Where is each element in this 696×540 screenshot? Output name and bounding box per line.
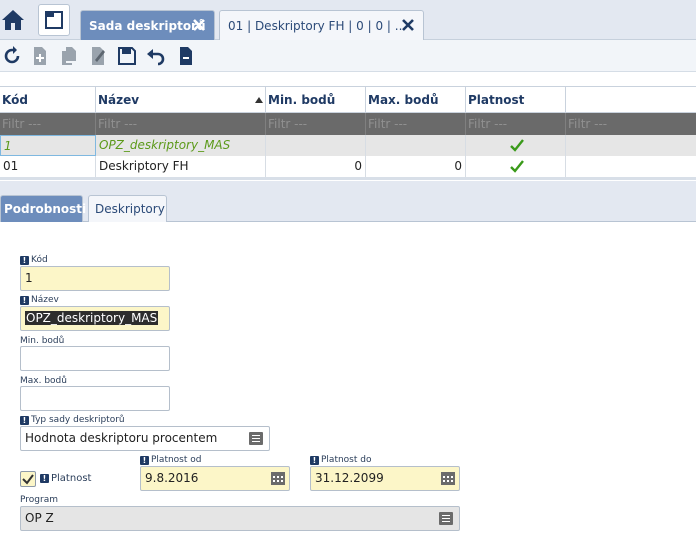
required-icon: ! xyxy=(20,415,29,425)
column-label: Název xyxy=(98,93,140,107)
nazev-label: ! Název xyxy=(20,295,59,305)
max-label: Max. bodů xyxy=(20,376,67,386)
label-text: Max. bodů xyxy=(20,376,67,386)
required-icon: ! xyxy=(140,455,149,465)
list-picker-icon[interactable] xyxy=(249,432,263,445)
close-icon[interactable] xyxy=(190,16,208,34)
home-icon[interactable] xyxy=(0,4,26,36)
column-label: Max. bodů xyxy=(368,93,439,107)
calendar-icon[interactable] xyxy=(441,472,455,485)
label-text: Min. bodů xyxy=(20,336,65,346)
column-label: Kód xyxy=(2,93,28,107)
check-icon xyxy=(510,139,524,152)
cell-kod: 1 xyxy=(0,135,96,156)
required-icon: ! xyxy=(20,255,29,265)
selected-value: Hodnota deskriptoru procentem xyxy=(25,431,218,445)
column-header-nazev[interactable]: Název xyxy=(96,87,266,113)
remove-icon[interactable] xyxy=(176,46,196,66)
cell-platnost xyxy=(466,135,566,156)
column-header-max[interactable]: Max. bodů xyxy=(366,87,466,113)
date-value: 31.12.2099 xyxy=(315,471,384,485)
typ-label: ! Typ sady deskriptorů xyxy=(20,415,125,425)
min-bodu-field[interactable] xyxy=(20,346,170,371)
list-picker-icon[interactable] xyxy=(439,512,453,525)
label-text: Program xyxy=(20,495,58,505)
required-icon: ! xyxy=(310,455,319,465)
column-label: Platnost xyxy=(468,93,525,107)
close-icon[interactable] xyxy=(399,16,417,34)
copy-icon[interactable] xyxy=(59,46,79,66)
kod-label: ! Kód xyxy=(20,255,48,265)
tab-podrobnosti[interactable]: Podrobnosti xyxy=(0,195,86,222)
cell-max: 0 xyxy=(366,156,466,177)
toolbar xyxy=(0,40,696,72)
tab-sada-deskriptoru[interactable]: Sada deskriptorů xyxy=(80,10,215,40)
label-text: Platnost do xyxy=(321,455,372,465)
platnost-do-label: ! Platnost do xyxy=(310,455,371,465)
top-tab-bar: Sada deskriptorů 01 | Deskriptory FH | 0… xyxy=(0,0,696,40)
grid-header: Kód Název Min. bodů Max. bodů Platnost xyxy=(0,86,696,113)
calendar-icon[interactable] xyxy=(271,472,285,485)
max-bodu-field[interactable] xyxy=(20,386,170,411)
platnost-checkbox[interactable] xyxy=(20,471,36,487)
cell-min xyxy=(266,135,366,156)
cell-kod: 01 xyxy=(0,156,96,177)
undo-icon[interactable] xyxy=(146,46,166,66)
column-label: Min. bodů xyxy=(268,93,336,107)
refresh-icon[interactable] xyxy=(2,46,22,66)
cell-nazev: OPZ_deskriptory_MAS xyxy=(96,135,266,156)
platnost-do-field[interactable]: 31.12.2099 xyxy=(310,466,460,491)
cell-platnost xyxy=(466,156,566,177)
tab-label: Sada deskriptorů xyxy=(89,18,206,33)
filter-kod[interactable]: Filtr --- xyxy=(0,113,96,135)
label-text: Typ sady deskriptorů xyxy=(31,415,125,425)
program-select[interactable]: OP Z xyxy=(20,506,460,531)
label-text: Název xyxy=(31,295,59,305)
program-label: Program xyxy=(20,495,58,505)
date-value: 9.8.2016 xyxy=(145,471,199,485)
required-icon: ! xyxy=(40,474,49,483)
save-icon[interactable] xyxy=(117,46,137,66)
tab-label: 01 | Deskriptory FH | 0 | 0 | ... xyxy=(228,18,407,33)
detail-tabs: Podrobnosti Deskriptory xyxy=(0,181,696,222)
label-text: Kód xyxy=(31,255,48,265)
label-text: Platnost od xyxy=(151,455,202,465)
filter-extra[interactable]: Filtr --- xyxy=(566,113,696,135)
nazev-field[interactable]: OPZ_deskriptory_MAS xyxy=(20,306,170,331)
column-header-kod[interactable]: Kód xyxy=(0,87,96,113)
column-header-platnost[interactable]: Platnost xyxy=(466,87,566,113)
checkmark-icon xyxy=(22,474,34,485)
selected-value: OP Z xyxy=(25,511,54,525)
table-row[interactable]: 01 Deskriptory FH 0 0 xyxy=(0,156,696,180)
selected-value: OPZ_deskriptory_MAS xyxy=(25,311,159,325)
cell-min: 0 xyxy=(266,156,366,177)
typ-sady-select[interactable]: Hodnota deskriptoru procentem xyxy=(20,426,270,451)
check-icon xyxy=(510,160,524,173)
filter-min[interactable]: Filtr --- xyxy=(266,113,366,135)
tab-deskriptory[interactable]: Deskriptory xyxy=(88,195,167,222)
platnost-od-field[interactable]: 9.8.2016 xyxy=(140,466,290,491)
tab-deskriptory-fh[interactable]: 01 | Deskriptory FH | 0 | 0 | ... xyxy=(219,10,424,40)
filter-nazev[interactable]: Filtr --- xyxy=(96,113,266,135)
filter-max[interactable]: Filtr --- xyxy=(366,113,466,135)
add-icon[interactable] xyxy=(30,46,50,66)
platnost-label: ! Platnost xyxy=(40,473,91,484)
column-header-min[interactable]: Min. bodů xyxy=(266,87,366,113)
edit-icon[interactable] xyxy=(88,46,108,66)
filter-platnost[interactable]: Filtr --- xyxy=(466,113,566,135)
platnost-od-label: ! Platnost od xyxy=(140,455,201,465)
cell-max xyxy=(366,135,466,156)
document-icon[interactable] xyxy=(38,4,70,36)
sort-ascending-icon xyxy=(255,97,263,103)
required-icon: ! xyxy=(20,295,29,305)
label-text: Platnost xyxy=(51,473,92,484)
filter-row: Filtr --- Filtr --- Filtr --- Filtr --- … xyxy=(0,113,696,135)
cell-nazev: Deskriptory FH xyxy=(96,156,266,177)
kod-field[interactable]: 1 xyxy=(20,266,170,291)
min-label: Min. bodů xyxy=(20,336,64,346)
table-row[interactable]: 1 OPZ_deskriptory_MAS xyxy=(0,135,696,156)
